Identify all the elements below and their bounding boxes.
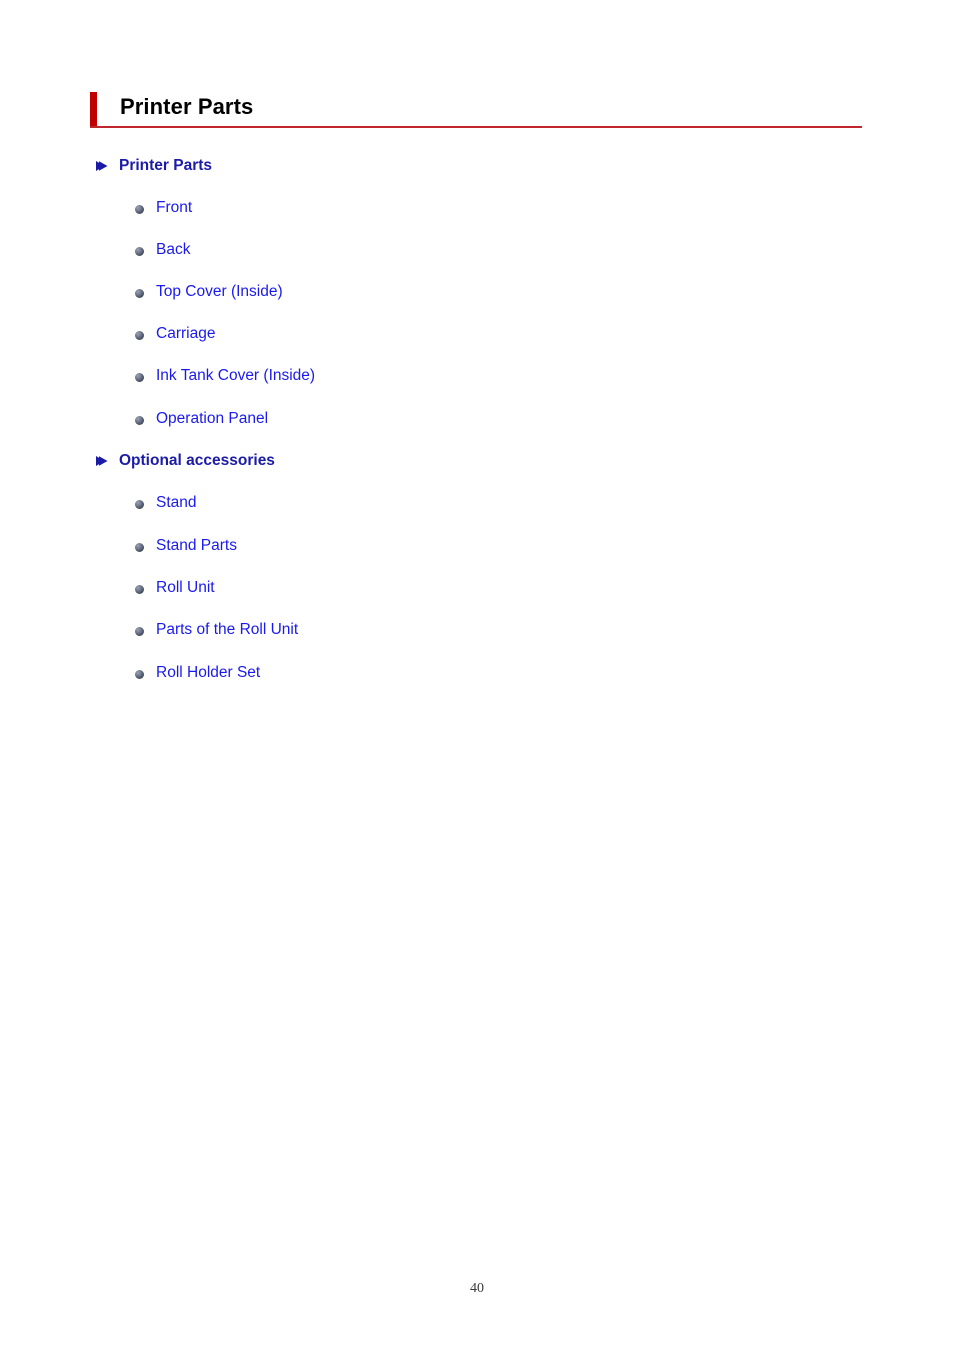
toc-item-label: Parts of the Roll Unit [156,621,299,638]
toc-item-link-roll-holder-set[interactable]: Roll Holder Set [135,662,260,684]
toc-section-link-optional-accessories[interactable]: Optional accessories [94,450,275,472]
toc-item-link-top-cover-inside[interactable]: Top Cover (Inside) [135,281,283,303]
sphere-bullet-icon [135,542,144,552]
sphere-bullet-icon [135,372,144,382]
toc-item-link-stand-parts[interactable]: Stand Parts [135,535,237,557]
toc-item-link-ink-tank-cover-inside[interactable]: Ink Tank Cover (Inside) [135,365,315,387]
toc-item-label: Ink Tank Cover (Inside) [156,367,316,384]
title-accent-bar [90,92,97,128]
arrow-right-icon [94,159,110,173]
toc-item-link-back[interactable]: Back [135,239,190,261]
toc-item-label: Stand Parts [156,537,237,554]
toc-item-label: Roll Holder Set [156,664,261,681]
toc-item-link-roll-unit[interactable]: Roll Unit [135,577,215,599]
toc-item-label: Front [156,199,193,216]
toc-item-link-stand[interactable]: Stand [135,492,197,514]
page-number: 40 [470,1281,484,1296]
toc-item-label: Roll Unit [156,579,215,596]
toc-item-label: Operation Panel [156,410,269,427]
sphere-bullet-icon [135,626,144,636]
toc-item-link-parts-of-the-roll-unit[interactable]: Parts of the Roll Unit [135,619,298,641]
sphere-bullet-icon [135,415,144,425]
document-page: Printer Parts Printer Parts Front Back T… [0,0,954,1350]
toc-section-label: Printer Parts [119,157,213,174]
toc-item-label: Carriage [156,325,216,342]
title-divider-rule [90,126,862,128]
sphere-bullet-icon [135,288,144,298]
toc-item-link-operation-panel[interactable]: Operation Panel [135,408,268,430]
sphere-bullet-icon [135,499,144,509]
toc-section-link-printer-parts[interactable]: Printer Parts [94,155,212,177]
page-header: Printer Parts [90,92,862,132]
page-title: Printer Parts [120,94,254,119]
sphere-bullet-icon [135,584,144,594]
toc-item-label: Top Cover (Inside) [156,283,283,300]
toc-item-link-front[interactable]: Front [135,197,192,219]
sphere-bullet-icon [135,330,144,340]
toc-item-link-carriage[interactable]: Carriage [135,323,215,345]
toc-section-label: Optional accessories [119,452,275,469]
toc-item-label: Stand [156,494,197,511]
arrow-right-icon [94,454,110,468]
toc-item-label: Back [156,241,191,258]
sphere-bullet-icon [135,246,144,256]
sphere-bullet-icon [135,669,144,679]
sphere-bullet-icon [135,204,144,214]
